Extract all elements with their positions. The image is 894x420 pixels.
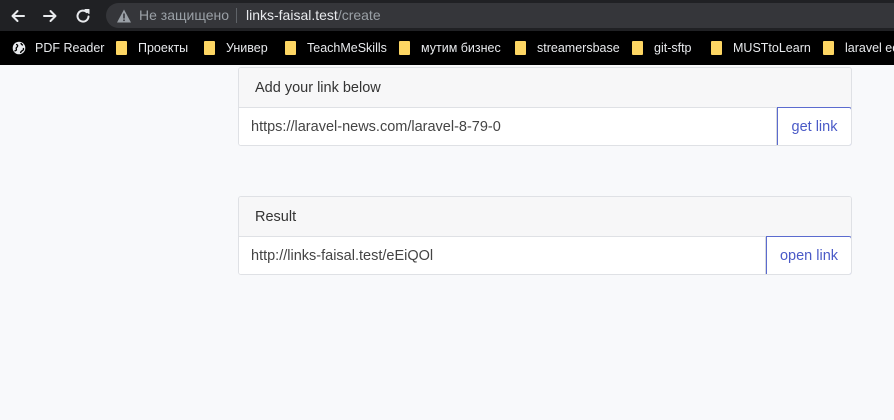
bookmark-folder-univer[interactable]: Универ [204,31,268,65]
bookmark-folder-musttolearn[interactable]: MUSTtoLearn [711,31,811,65]
folder-icon [399,41,410,55]
bookmark-folder-laravel[interactable]: laravel ec [823,31,894,65]
bookmark-folder-teachmeskills[interactable]: TeachMeSkills [285,31,387,65]
bookmark-pdf-reader[interactable]: PDF Reader [12,31,104,65]
warning-icon[interactable] [116,8,132,24]
address-bar[interactable]: Не защищено links-faisal.test/create [106,3,894,28]
folder-icon [285,41,296,55]
folder-icon [515,41,526,55]
bookmark-label: git-sftp [654,41,692,55]
bookmark-label: Универ [226,41,268,55]
globe-icon [12,41,26,55]
browser-toolbar: Не защищено links-faisal.test/create [0,0,894,31]
bookmark-folder-streamersbase[interactable]: streamersbase [515,31,620,65]
bookmark-folder-git-sftp[interactable]: git-sftp [632,31,692,65]
result-header: Result [239,197,851,237]
result-input-group: open link [239,236,851,274]
security-status[interactable]: Не защищено [139,7,229,23]
bookmark-folder-business[interactable]: мутим бизнес [399,31,501,65]
link-input-group: get link [239,107,851,145]
folder-icon [204,41,215,55]
arrow-left-icon [11,10,25,22]
bookmark-label: PDF Reader [35,41,105,55]
get-link-button[interactable]: get link [777,107,851,145]
back-button[interactable] [6,4,30,28]
folder-icon [632,41,643,55]
link-form-card: Add your link below get link [238,67,852,146]
bookmark-label: Проекты [138,41,189,55]
folder-icon [711,41,722,55]
link-input[interactable] [239,108,777,145]
bookmark-label: мутим бизнес [421,41,501,55]
url-text[interactable]: links-faisal.test/create [246,7,381,23]
url-host: links-faisal.test [246,7,338,23]
short-link-output[interactable] [239,237,766,274]
bookmarks-bar: PDF Reader Проекты Универ TeachMeSkills … [0,31,894,65]
reload-button[interactable] [71,4,95,28]
url-path: /create [337,7,381,23]
link-form-header: Add your link below [239,68,851,108]
reload-icon [76,9,90,23]
folder-icon [823,41,834,55]
bookmark-label: laravel ec [845,41,894,55]
folder-icon [116,41,127,55]
arrow-right-icon [43,10,57,22]
bookmark-folder-projects[interactable]: Проекты [116,31,188,65]
bookmark-label: TeachMeSkills [307,41,387,55]
open-link-button[interactable]: open link [766,236,851,274]
result-card: Result open link [238,196,852,275]
bookmark-label: MUSTtoLearn [733,41,811,55]
forward-button[interactable] [38,4,62,28]
bookmark-label: streamersbase [537,41,620,55]
omnibox-divider [236,8,237,23]
